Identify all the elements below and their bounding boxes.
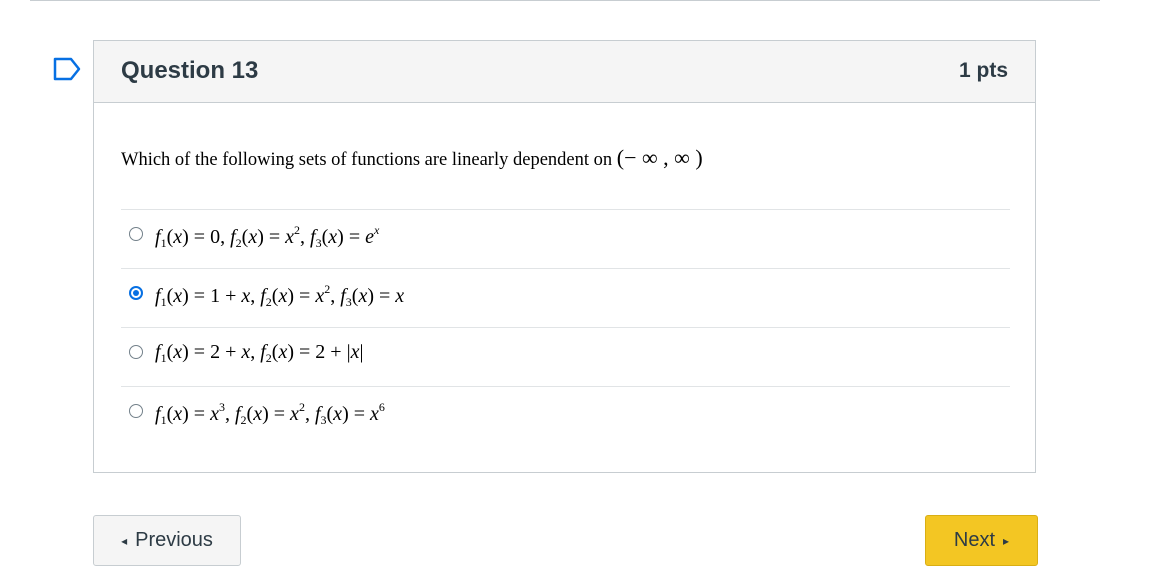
answer-expression: f1(x) = 2 + x, f2(x) = 2 + |x| (155, 341, 364, 365)
answer-option-2[interactable]: f1(x) = 1 + x, f2(x) = x2, f3(x) = x (121, 268, 1010, 327)
question-title: Question 13 (121, 57, 259, 84)
radio-button[interactable] (129, 227, 143, 241)
answer-option-4[interactable]: f1(x) = x3, f2(x) = x2, f3(x) = x6 (121, 386, 1010, 444)
next-button-label: Next (953, 529, 996, 551)
answer-option-1[interactable]: f1(x) = 0, f2(x) = x2, f3(x) = ex (121, 209, 1010, 268)
answer-expression: f1(x) = x3, f2(x) = x2, f3(x) = x6 (155, 400, 385, 427)
next-button[interactable]: Next ▸ (925, 515, 1038, 566)
radio-button[interactable] (129, 404, 143, 418)
answer-option-3[interactable]: f1(x) = 2 + x, f2(x) = 2 + |x| (121, 327, 1010, 386)
answer-list: f1(x) = 0, f2(x) = x2, f3(x) = ex f1(x) … (121, 209, 1010, 444)
question-card: Question 13 1 pts Which of the following… (93, 40, 1036, 473)
caret-right-icon: ▸ (1003, 533, 1010, 548)
question-interval: (− ∞ , ∞ ) (616, 145, 703, 170)
caret-left-icon: ◂ (121, 533, 128, 548)
answer-expression: f1(x) = 1 + x, f2(x) = x2, f3(x) = x (155, 282, 405, 309)
radio-button-selected[interactable] (129, 286, 143, 300)
radio-button[interactable] (129, 345, 143, 359)
question-prompt: Which of the following sets of functions… (121, 150, 613, 170)
top-divider (30, 0, 1100, 1)
question-points: 1 pts (958, 59, 1008, 82)
previous-button[interactable]: ◂ Previous (93, 515, 241, 566)
flag-question-icon[interactable] (53, 57, 81, 81)
previous-button-label: Previous (135, 529, 213, 551)
question-header: Question 13 1 pts (94, 41, 1035, 103)
question-text: Which of the following sets of functions… (121, 145, 703, 171)
answer-expression: f1(x) = 0, f2(x) = x2, f3(x) = ex (155, 223, 380, 250)
